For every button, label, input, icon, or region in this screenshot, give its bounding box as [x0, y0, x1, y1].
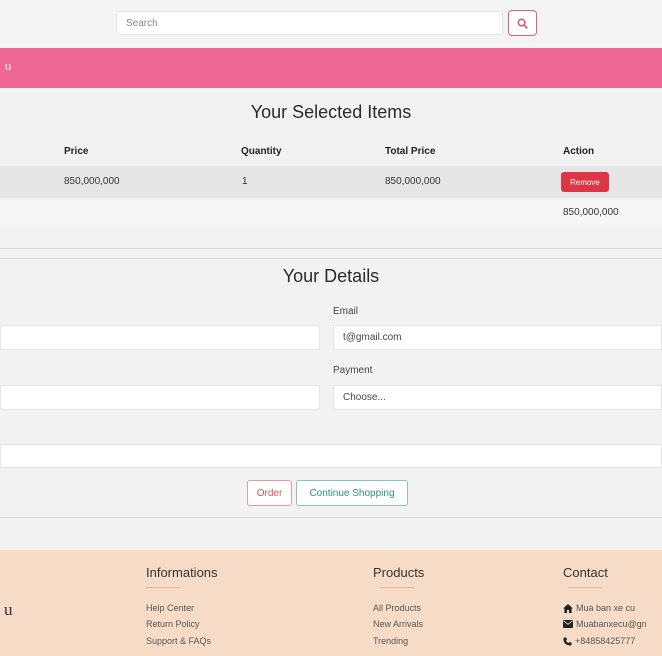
email-field[interactable]: [333, 325, 662, 350]
contact-email: Muabanxecu@gn: [563, 619, 647, 629]
address-field[interactable]: [0, 444, 662, 468]
column-header-quantity: Quantity: [241, 146, 282, 157]
footer-link-support-faqs[interactable]: Support & FAQs: [146, 636, 211, 646]
footer-rule: [146, 587, 180, 588]
search-input[interactable]: [116, 11, 503, 35]
footer-heading-products: Products: [373, 565, 425, 580]
row-total-price: 850,000,000: [385, 176, 441, 187]
navbar-text: u: [5, 61, 12, 73]
row-quantity: 1: [242, 176, 248, 187]
footer-link-return-policy[interactable]: Return Policy: [146, 619, 200, 629]
footer-link-all-products[interactable]: All Products: [373, 603, 421, 613]
footer-heading-contact: Contact: [563, 565, 608, 580]
divider: [0, 248, 662, 249]
details-title: Your Details: [282, 266, 380, 286]
contact-phone-text: +84858425777: [575, 636, 636, 646]
contact-email-text: Muabanxecu@gn: [576, 619, 647, 629]
divider: [0, 258, 662, 259]
row-price: 850,000,000: [64, 176, 120, 187]
column-header-action: Action: [563, 146, 595, 157]
payment-label: Payment: [333, 365, 373, 376]
phone-icon: [563, 636, 572, 646]
grand-total: 850,000,000: [563, 207, 619, 218]
footer-rule: [380, 587, 414, 588]
contact-address: Mua ban xe cu: [563, 603, 635, 613]
envelope-icon: [563, 620, 573, 628]
top-bar: [0, 0, 662, 48]
divider: [0, 517, 662, 518]
order-button[interactable]: Order: [247, 480, 292, 506]
footer-rule: [568, 587, 602, 588]
contact-address-text: Mua ban xe cu: [576, 603, 636, 613]
search-icon: [517, 18, 528, 29]
footer-link-new-arrivals[interactable]: New Arrivals: [373, 619, 423, 629]
payment-select-value: Choose...: [343, 392, 386, 403]
continue-shopping-button[interactable]: Continue Shopping: [296, 480, 408, 506]
remove-button[interactable]: Remove: [561, 172, 609, 192]
email-label: Email: [333, 306, 359, 317]
navbar-banner: u: [0, 48, 662, 88]
contact-phone: +84858425777: [563, 636, 635, 646]
column-header-total-price: Total Price: [385, 146, 436, 157]
selected-items-title: Your Selected Items: [250, 102, 412, 122]
footer-heading-informations: Informations: [146, 565, 218, 580]
column-header-price: Price: [64, 146, 89, 157]
footer-link-help-center[interactable]: Help Center: [146, 603, 194, 613]
footer: u Informations Help Center Return Policy…: [0, 550, 662, 656]
payment-select[interactable]: Choose...: [333, 385, 662, 410]
home-icon: [563, 603, 573, 613]
search-button[interactable]: [508, 10, 537, 36]
footer-brand: u: [4, 600, 13, 619]
name-field[interactable]: [0, 325, 320, 350]
footer-link-trending[interactable]: Trending: [373, 636, 408, 646]
phone-field[interactable]: [0, 385, 320, 410]
